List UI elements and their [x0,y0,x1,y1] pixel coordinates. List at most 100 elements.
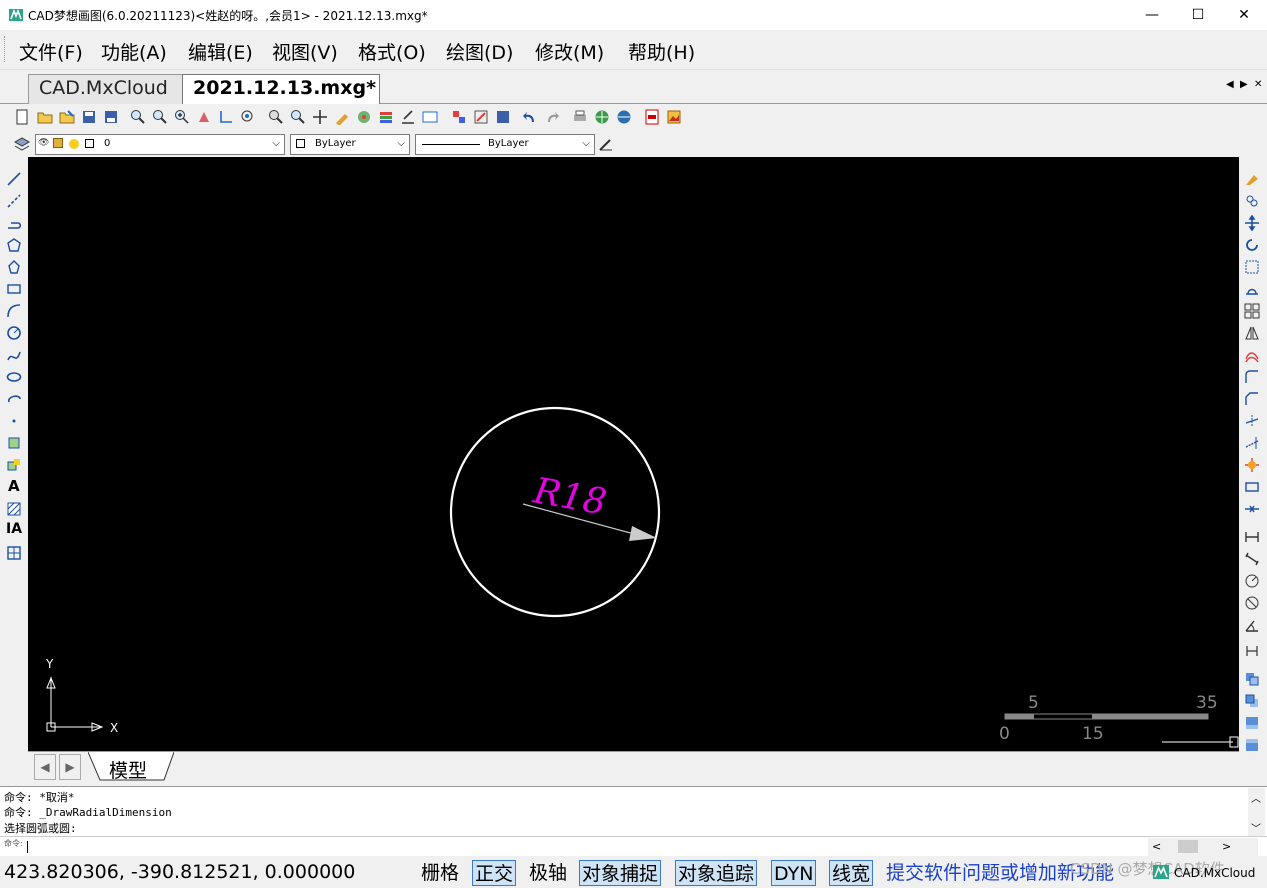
linear-dimension-icon[interactable] [1244,529,1260,545]
layers-icon[interactable] [378,109,394,125]
layout-prev-button[interactable]: ◀ [34,754,56,780]
menu-view[interactable]: 视图(V) [272,38,338,65]
stretch-icon[interactable] [1244,281,1260,297]
make-block-icon[interactable] [6,457,22,473]
polyline-icon[interactable] [6,215,22,231]
scroll-thumb[interactable] [1178,840,1198,853]
color-dropdown[interactable]: ByLayer ⌵ [290,134,410,155]
table-icon[interactable] [6,545,22,561]
lineweight-toggle[interactable]: 线宽 [829,860,874,886]
line-icon[interactable] [6,171,22,187]
layer-dropdown[interactable]: 👁 0 ⌵ [35,134,285,155]
zoom-in-icon[interactable] [174,109,190,125]
draworder-above-icon[interactable] [1244,715,1260,731]
offset-icon[interactable] [1244,347,1260,363]
join-icon[interactable] [1244,501,1260,517]
purge-icon[interactable] [495,109,511,125]
layer-manager-icon[interactable] [14,136,30,152]
osnap-toggle[interactable]: 对象捕捉 [579,860,662,886]
scroll-up-icon[interactable]: ︿ [1251,790,1261,805]
tab-scroll-left-icon[interactable]: ◀ [1226,79,1234,90]
extend-icon[interactable] [1244,435,1260,451]
copy-icon[interactable] [1244,193,1260,209]
dimension-style-icon[interactable] [1244,643,1260,659]
export-pdf-icon[interactable] [644,109,660,125]
menu-help[interactable]: 帮助(H) [628,38,695,65]
command-hscrollbar[interactable]: < > [1148,838,1258,856]
spline-icon[interactable] [6,347,22,363]
export-image-icon[interactable] [666,109,682,125]
maximize-button[interactable]: ☐ [1175,0,1221,30]
zoom-extents-icon[interactable] [240,109,256,125]
web-service-icon[interactable] [616,109,632,125]
linetype-dropdown[interactable]: ByLayer ⌵ [415,134,595,155]
hatch-icon[interactable] [6,501,22,517]
polar-toggle[interactable]: 极轴 [527,860,569,886]
lineweight-settings-icon[interactable] [598,136,614,152]
menu-file[interactable]: 文件(F) [19,38,83,65]
pan-icon[interactable] [196,109,212,125]
display-settings-icon[interactable] [422,109,438,125]
angular-dimension-icon[interactable] [1244,617,1260,633]
menu-draw[interactable]: 绘图(D) [446,38,513,65]
move-cross-icon[interactable] [312,109,328,125]
radius-dimension-icon[interactable] [1244,573,1260,589]
drawing-svg[interactable]: R18 Y X 5 35 0 15 [28,157,1239,751]
erase-icon[interactable] [1244,171,1260,187]
rotate-icon[interactable] [1244,237,1260,253]
layout-next-button[interactable]: ▶ [59,754,81,780]
undo-icon[interactable] [522,109,538,125]
scroll-right-icon[interactable]: > [1222,840,1231,853]
web-icon[interactable] [594,109,610,125]
menu-modify[interactable]: 修改(M) [535,38,604,65]
chevron-down-icon[interactable]: ⌵ [582,138,590,149]
break-icon[interactable] [1244,479,1260,495]
block-edit-icon[interactable] [473,109,489,125]
insert-block-icon[interactable] [6,435,22,451]
open-file-icon[interactable] [37,109,53,125]
scale-icon[interactable] [1244,259,1260,275]
draworder-front-icon[interactable] [1244,671,1260,687]
fillet-icon[interactable] [1244,369,1260,385]
move-icon[interactable] [1244,215,1260,231]
polygon-icon[interactable] [6,237,22,253]
command-input[interactable]: 命令: [0,836,1267,856]
grid-toggle[interactable]: 栅格 [419,860,461,886]
layer-visibility-icon[interactable]: 👁 [38,138,49,148]
pentagon-icon[interactable] [6,259,22,275]
tab-close-icon[interactable]: ✕ [1254,79,1262,90]
color-picker-icon[interactable] [356,109,372,125]
text-icon[interactable]: A [8,477,20,495]
mtext-icon[interactable]: IA [6,521,22,537]
ortho-toggle[interactable]: 正交 [472,860,517,886]
aligned-dimension-icon[interactable] [1244,551,1260,567]
ellipse-arc-icon[interactable] [6,391,22,407]
mirror-icon[interactable] [1244,325,1260,341]
menu-function[interactable]: 功能(A) [101,38,167,65]
menu-grip-icon[interactable] [4,36,7,62]
draworder-back-icon[interactable] [1244,693,1260,709]
match-properties-icon[interactable] [334,109,350,125]
tab-cad-mxcloud[interactable]: CAD.MxCloud [28,74,188,104]
scroll-left-icon[interactable]: < [1152,840,1161,853]
save-as-icon[interactable] [103,109,119,125]
ucs-icon[interactable] [218,109,234,125]
rectangle-icon[interactable] [6,281,22,297]
chamfer-icon[interactable] [1244,391,1260,407]
zoom-realtime-icon[interactable] [130,109,146,125]
draworder-under-icon[interactable] [1244,737,1260,753]
close-button[interactable]: ✕ [1221,0,1267,30]
arc-icon[interactable] [6,303,22,319]
trim-icon[interactable] [1244,413,1260,429]
circle-icon[interactable] [6,325,22,341]
dimension-text[interactable]: R18 [529,470,609,523]
save-icon[interactable] [81,109,97,125]
tab-drawing-file[interactable]: 2021.12.13.mxg* [182,74,380,104]
layer-lock-icon[interactable] [53,138,63,148]
command-scrollbar[interactable]: ︿ ﹀ [1248,788,1265,836]
print-icon[interactable] [572,109,588,125]
layer-freeze-icon[interactable] [69,139,79,149]
redo-icon[interactable] [544,109,560,125]
chevron-down-icon[interactable]: ⌵ [272,138,280,149]
diameter-dimension-icon[interactable] [1244,595,1260,611]
